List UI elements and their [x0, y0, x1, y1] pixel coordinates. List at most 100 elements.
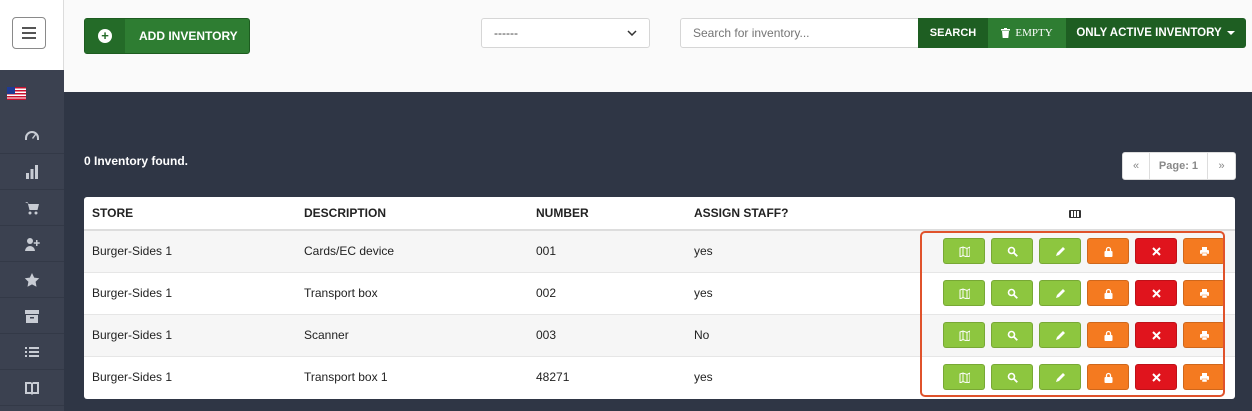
add-inventory-button[interactable]: + ADD INVENTORY [84, 18, 250, 54]
cell-description: Transport box 1 [296, 355, 528, 398]
result-count: 0 Inventory found. [84, 154, 189, 168]
cell-number: 48271 [528, 355, 686, 398]
cell-assign: No [686, 313, 906, 356]
edit-button[interactable] [1039, 322, 1081, 348]
edit-button[interactable] [1039, 238, 1081, 265]
search-input[interactable] [680, 18, 919, 48]
print-icon [1199, 330, 1209, 340]
cell-description: Transport box [296, 271, 528, 314]
print-icon [1199, 372, 1209, 382]
cart-icon[interactable] [0, 190, 64, 226]
keyboard-icon [1068, 210, 1081, 218]
view-button[interactable] [991, 364, 1033, 391]
table-row: Burger-Sides 1 Cards/EC device 001 yes [84, 229, 1235, 272]
store-select[interactable]: ------ [481, 18, 650, 48]
list-icon[interactable] [0, 334, 64, 370]
cell-number: 002 [528, 271, 686, 314]
empty-button-label: EMPTY [1015, 27, 1053, 39]
only-active-inventory-dropdown[interactable]: ONLY ACTIVE INVENTORY [1066, 18, 1246, 48]
add-inventory-label: ADD INVENTORY [139, 29, 238, 43]
view-button[interactable] [991, 280, 1033, 306]
inventory-table: STORE DESCRIPTION NUMBER ASSIGN STAFF? B… [84, 197, 1235, 399]
table-row: Burger-Sides 1 Transport box 002 yes [84, 271, 1235, 314]
col-assign-staff: ASSIGN STAFF? [686, 197, 906, 231]
edit-button[interactable] [1039, 364, 1081, 391]
map-button[interactable] [943, 322, 985, 348]
search-icon [1007, 246, 1018, 257]
map-button[interactable] [943, 280, 985, 306]
col-actions [906, 197, 1235, 231]
lock-button[interactable] [1087, 280, 1129, 306]
store-select-value: ------ [494, 26, 518, 40]
col-store: STORE [84, 197, 296, 231]
map-icon [959, 372, 970, 383]
cell-number: 003 [528, 313, 686, 356]
lock-button[interactable] [1087, 238, 1129, 265]
toolbar: + ADD INVENTORY ------ SEARCH EMPTY ONLY… [64, 0, 1252, 92]
search-button-label: SEARCH [929, 27, 977, 39]
delete-button[interactable] [1135, 238, 1177, 265]
cell-number: 001 [528, 229, 686, 272]
map-button[interactable] [943, 238, 985, 265]
search-icon [1007, 372, 1018, 383]
cell-store: Burger-Sides 1 [84, 355, 296, 398]
lock-icon [1104, 330, 1112, 341]
close-icon [1151, 247, 1161, 256]
print-icon [1199, 246, 1209, 256]
dashboard-icon[interactable] [0, 118, 64, 154]
book-icon[interactable] [0, 370, 64, 406]
pencil-icon [1055, 372, 1065, 382]
map-icon [959, 246, 970, 257]
pencil-icon [1055, 330, 1065, 340]
pager-next-button[interactable]: » [1208, 153, 1235, 179]
cell-description: Scanner [296, 313, 528, 356]
search-button[interactable]: SEARCH [918, 18, 988, 48]
cell-store: Burger-Sides 1 [84, 229, 296, 272]
lock-icon [1104, 288, 1112, 299]
close-icon [1151, 330, 1161, 340]
flag-us-icon[interactable] [7, 87, 26, 100]
pagination: « Page: 1 » [1122, 152, 1236, 180]
sidebar [0, 0, 64, 411]
menu-toggle-button[interactable] [12, 17, 46, 49]
cell-actions [906, 229, 1235, 272]
view-button[interactable] [991, 238, 1033, 265]
map-button[interactable] [943, 364, 985, 391]
delete-button[interactable] [1135, 322, 1177, 348]
cell-actions [906, 355, 1235, 398]
delete-button[interactable] [1135, 280, 1177, 306]
cell-description: Cards/EC device [296, 229, 528, 272]
cell-actions [906, 313, 1235, 356]
pager-prev-button[interactable]: « [1123, 153, 1150, 179]
delete-button[interactable] [1135, 364, 1177, 391]
print-button[interactable] [1183, 280, 1225, 306]
cell-assign: yes [686, 271, 906, 314]
archive-icon[interactable] [0, 298, 64, 334]
pager-current-page: Page: 1 [1150, 153, 1208, 179]
cell-store: Burger-Sides 1 [84, 313, 296, 356]
print-button[interactable] [1183, 238, 1225, 265]
pencil-icon [1055, 246, 1065, 256]
empty-button[interactable]: EMPTY [988, 18, 1066, 48]
cell-assign: yes [686, 229, 906, 272]
cell-store: Burger-Sides 1 [84, 271, 296, 314]
search-icon [1007, 288, 1018, 299]
cell-assign: yes [686, 355, 906, 398]
trash-icon [1001, 28, 1011, 38]
lock-button[interactable] [1087, 322, 1129, 348]
print-button[interactable] [1183, 364, 1225, 391]
bar-chart-icon[interactable] [0, 154, 64, 190]
lock-button[interactable] [1087, 364, 1129, 391]
search-icon [1007, 330, 1018, 341]
col-number: NUMBER [528, 197, 686, 231]
edit-button[interactable] [1039, 280, 1081, 306]
map-icon [959, 287, 970, 299]
star-icon[interactable] [0, 262, 64, 298]
view-button[interactable] [991, 322, 1033, 348]
sidebar-nav [0, 70, 64, 411]
close-icon [1151, 373, 1161, 382]
cell-actions [906, 271, 1235, 314]
add-user-icon[interactable] [0, 226, 64, 262]
print-button[interactable] [1183, 322, 1225, 348]
chevron-down-icon [627, 30, 637, 36]
